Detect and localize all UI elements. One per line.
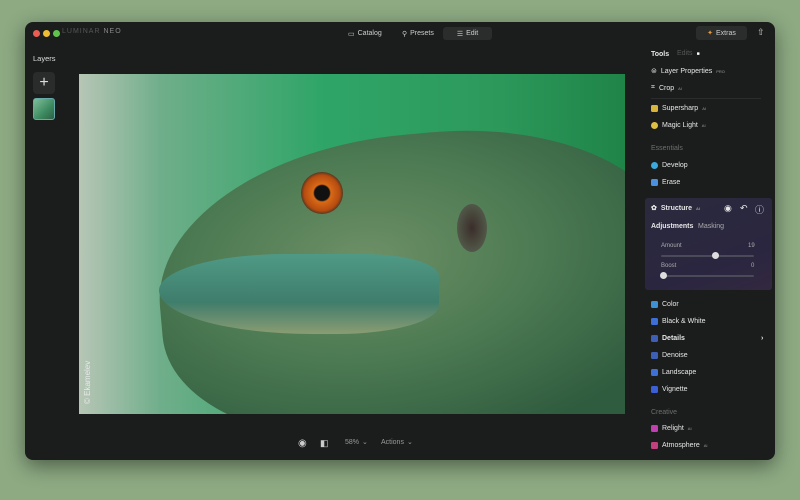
presets-icon: ⚲: [402, 30, 408, 38]
boost-label: Boost: [661, 263, 677, 269]
tool-label: Landscape: [662, 369, 697, 376]
erase-icon: [651, 179, 658, 186]
layers-title: Layers: [33, 54, 56, 63]
tool-vignette[interactable]: Vignette: [651, 386, 688, 393]
tool-label: Atmosphere: [662, 442, 700, 449]
tool-layer-properties[interactable]: ⊜ Layer Properties PRO: [651, 67, 725, 76]
tools-panel: Tools Edits ■ ⊜ Layer Properties PRO ⌗ Crop A…: [645, 22, 775, 460]
app-window: LUMINAR NEO ▭ Catalog ⚲ Presets ☰ Edit ✦ Ext…: [25, 22, 775, 460]
atmosphere-icon: [651, 442, 658, 449]
lizard-ear: [457, 204, 487, 252]
app-logo: LUMINAR NEO: [62, 28, 122, 35]
catalog-label: Catalog: [357, 30, 382, 37]
tool-landscape[interactable]: Landscape: [651, 369, 696, 376]
actions-label: Actions: [381, 438, 404, 446]
lizard-eye: [301, 172, 343, 214]
edit-label: Edit: [466, 30, 479, 37]
chevron-down-icon: ⌄: [362, 439, 368, 446]
preview-eye-icon[interactable]: ◉: [298, 438, 307, 449]
landscape-icon: [651, 369, 658, 376]
tool-black-white[interactable]: Black & White: [651, 318, 706, 325]
zoom-dropdown[interactable]: 58% ⌄: [345, 438, 368, 447]
compare-icon[interactable]: ◧: [320, 438, 329, 449]
essentials-heading: Essentials: [651, 145, 683, 152]
tab-adjustments[interactable]: Adjustments: [651, 223, 693, 230]
tool-label: Details: [662, 335, 685, 342]
crop-icon: ⌗: [651, 84, 655, 91]
folder-icon: ▭: [348, 30, 355, 38]
tool-relight[interactable]: Relight AI: [651, 425, 692, 432]
tool-magic-light[interactable]: Magic Light AI: [651, 122, 706, 129]
vignette-icon: [651, 386, 658, 393]
magic-light-icon: [651, 122, 658, 129]
structure-tool-panel: ✿ Structure AI ◉ ↶ ⓘ Adjustments Masking A…: [645, 198, 772, 290]
add-layer-button[interactable]: +: [33, 72, 55, 94]
relight-icon: [651, 425, 658, 432]
amount-label: Amount: [661, 243, 682, 249]
creative-heading: Creative: [651, 409, 678, 416]
tool-supersharp[interactable]: Supersharp AI: [651, 105, 706, 112]
develop-icon: [651, 162, 658, 169]
details-icon: [651, 335, 658, 342]
nav-catalog[interactable]: ▭ Catalog: [338, 27, 392, 40]
structure-icon: ✿: [651, 205, 657, 212]
tool-develop[interactable]: Develop: [651, 162, 688, 169]
chevron-right-icon: ›: [761, 335, 764, 342]
boost-value: 0: [751, 263, 755, 269]
nav-edit[interactable]: ☰ Edit: [443, 27, 492, 40]
tool-label: Denoise: [662, 352, 688, 359]
denoise-icon: [651, 352, 658, 359]
divider: [651, 98, 761, 99]
tool-atmosphere[interactable]: Atmosphere AI: [651, 442, 708, 449]
tool-label: Relight: [662, 425, 684, 432]
tool-denoise[interactable]: Denoise: [651, 352, 688, 359]
layers-icon: ⊜: [651, 68, 657, 75]
minimize-button[interactable]: [43, 30, 50, 37]
reset-icon[interactable]: ↶: [740, 203, 748, 214]
supersharp-icon: [651, 105, 658, 112]
presets-label: Presets: [410, 30, 434, 37]
tool-crop[interactable]: ⌗ Crop AI: [651, 84, 682, 92]
maximize-button[interactable]: [53, 30, 60, 37]
ai-badge: AI: [703, 443, 708, 448]
nav-presets[interactable]: ⚲ Presets: [392, 27, 444, 40]
tab-edits[interactable]: Edits ■: [677, 50, 700, 57]
black-white-icon: [651, 318, 658, 325]
chevron-down-icon: ⌄: [406, 439, 413, 446]
structure-title[interactable]: ✿ Structure AI: [651, 204, 700, 213]
boost-slider[interactable]: [660, 272, 754, 279]
zoom-value: 58%: [345, 438, 360, 446]
tool-erase[interactable]: Erase: [651, 179, 680, 186]
close-button[interactable]: [33, 30, 40, 37]
tab-tools[interactable]: Tools: [651, 51, 669, 58]
ai-badge: AI: [687, 426, 692, 431]
tool-details[interactable]: Details ›: [651, 335, 763, 342]
amount-value: 19: [748, 243, 755, 249]
tool-label: Vignette: [662, 386, 688, 393]
tool-label: Black & White: [662, 318, 706, 325]
color-icon: [651, 301, 658, 308]
sliders-icon: ☰: [456, 30, 464, 38]
photo-credit: © Ekamelev: [83, 360, 92, 404]
slider-knob[interactable]: [660, 272, 667, 279]
actions-dropdown[interactable]: Actions ⌄: [381, 438, 413, 447]
info-icon[interactable]: ⓘ: [755, 203, 764, 216]
amount-slider[interactable]: [661, 252, 754, 259]
tool-label: Color: [662, 301, 679, 308]
tool-color[interactable]: Color: [651, 301, 679, 308]
tab-masking[interactable]: Masking: [698, 223, 724, 230]
visibility-eye-icon[interactable]: ◉: [724, 203, 732, 214]
photo-canvas[interactable]: © Ekamelev: [79, 74, 625, 414]
slider-knob[interactable]: [712, 252, 720, 259]
layer-thumbnail[interactable]: [33, 98, 55, 120]
